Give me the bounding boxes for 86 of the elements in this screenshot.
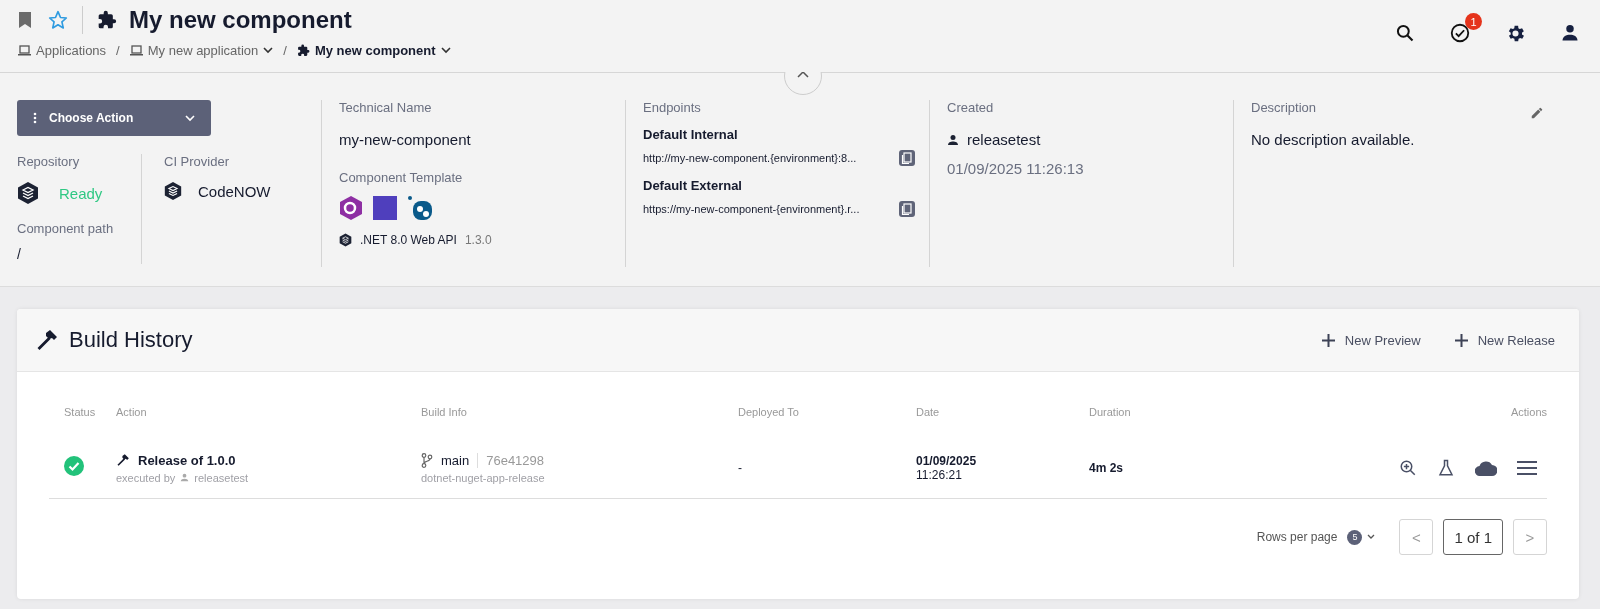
user-icon	[180, 473, 190, 482]
kebab-icon	[33, 112, 37, 124]
hammer-icon	[116, 453, 130, 467]
build-duration: 4m 2s	[1089, 461, 1125, 475]
field-label: Repository	[17, 154, 80, 169]
field-label: Created	[947, 100, 994, 115]
menu-icon[interactable]	[1517, 460, 1537, 476]
breadcrumb-separator: /	[283, 43, 287, 58]
field-label: Component path	[17, 221, 114, 236]
column-header: Build Info	[421, 406, 468, 418]
breadcrumb-link[interactable]: My new component	[296, 43, 451, 58]
notification-badge: 1	[1465, 13, 1482, 30]
breadcrumb-separator: /	[116, 43, 120, 58]
pipeline-name: dotnet-nuget-app-release	[421, 471, 546, 484]
copy-icon[interactable]	[899, 201, 915, 217]
zoom-in-icon[interactable]	[1399, 459, 1417, 477]
technical-name: my-new-component	[339, 131, 472, 148]
hexagon-logo-icon	[339, 195, 363, 221]
tasks-icon[interactable]	[1449, 22, 1471, 44]
endpoint-url: https://my-new-component-{environment}.r...	[643, 203, 861, 215]
column-header: Action	[116, 406, 148, 418]
cube-logo-icon	[17, 181, 39, 205]
flask-icon[interactable]	[1437, 459, 1455, 477]
star-icon[interactable]	[48, 10, 68, 30]
chevron-down-icon	[263, 47, 274, 54]
column-header: Status	[63, 406, 97, 418]
user-icon[interactable]	[1560, 23, 1580, 43]
copy-icon[interactable]	[899, 150, 915, 166]
page-indicator: 1 of 1	[1443, 519, 1503, 555]
chevron-down-icon	[1367, 534, 1376, 540]
column-header: Duration	[1089, 406, 1132, 418]
new-build-button[interactable]: New Preview	[1315, 331, 1427, 349]
repository-status: Ready	[59, 184, 103, 202]
cube-logo-icon	[339, 233, 352, 247]
build-action-name[interactable]: Release of 1.0.0	[138, 452, 236, 468]
commit-hash: 76e41298	[477, 452, 545, 468]
executed-by-label: executed by	[116, 471, 176, 484]
build-date: 01/09/2025	[916, 454, 978, 468]
ci-provider-name: CodeNOW	[198, 182, 271, 200]
branch-icon	[421, 452, 433, 468]
component-path: /	[17, 246, 22, 262]
field-label: Component Template	[339, 170, 463, 185]
endpoint-url: http://my-new-component.{environment}:8...	[643, 152, 858, 164]
cube-logo-icon	[164, 181, 182, 201]
card-title: Build History	[69, 327, 193, 353]
template-name: .NET 8.0 Web API	[360, 233, 457, 247]
puzzle-icon	[97, 10, 117, 30]
endpoint-name: Default Internal	[643, 127, 739, 142]
deployed-to-cell-text: -	[738, 461, 743, 475]
dotnet-logo-icon	[373, 196, 397, 220]
field-label: CI Provider	[164, 154, 230, 169]
page-title: My new component	[129, 6, 352, 34]
plus-icon	[1321, 333, 1335, 347]
column-header: Deployed To	[738, 406, 800, 418]
breadcrumb-link[interactable]: Applications	[18, 43, 107, 58]
new-build-button[interactable]: New Release	[1448, 331, 1561, 349]
laptop-icon	[18, 45, 31, 56]
created-by: releasetest	[967, 131, 1041, 148]
hammer-icon	[35, 328, 59, 352]
executed-by-user: releasetest	[194, 471, 249, 484]
chevron-up-icon	[797, 72, 809, 78]
choose-action-button[interactable]: Choose Action	[17, 100, 211, 136]
cloud-icon[interactable]	[1475, 460, 1497, 476]
endpoint-name: Default External	[643, 178, 743, 193]
created-date: 01/09/2025 11:26:13	[947, 160, 1085, 177]
branch-name: main	[441, 452, 470, 468]
puzzle-icon	[296, 44, 310, 57]
field-label: Technical Name	[339, 100, 432, 115]
edit-icon[interactable]	[1530, 106, 1544, 120]
field-label: Description	[1251, 100, 1317, 115]
bookmark-icon[interactable]	[18, 11, 32, 29]
description-text: No description available.	[1251, 131, 1416, 148]
plus-icon	[1454, 333, 1468, 347]
chevron-down-icon	[185, 114, 195, 122]
rows-per-page-label: Rows per page	[1256, 530, 1338, 544]
laptop-icon	[129, 45, 143, 56]
user-icon	[947, 133, 959, 146]
breadcrumb-link[interactable]: My new application	[129, 43, 274, 58]
search-icon[interactable]	[1395, 23, 1415, 43]
column-header: Actions	[1509, 406, 1547, 418]
dots-logo-icon	[407, 195, 433, 221]
column-header: Date	[916, 406, 941, 418]
chevron-down-icon	[440, 47, 451, 54]
field-label: Endpoints	[643, 100, 701, 115]
template-version: 1.3.0	[464, 233, 492, 247]
build-time: 11:26:21	[916, 468, 963, 482]
